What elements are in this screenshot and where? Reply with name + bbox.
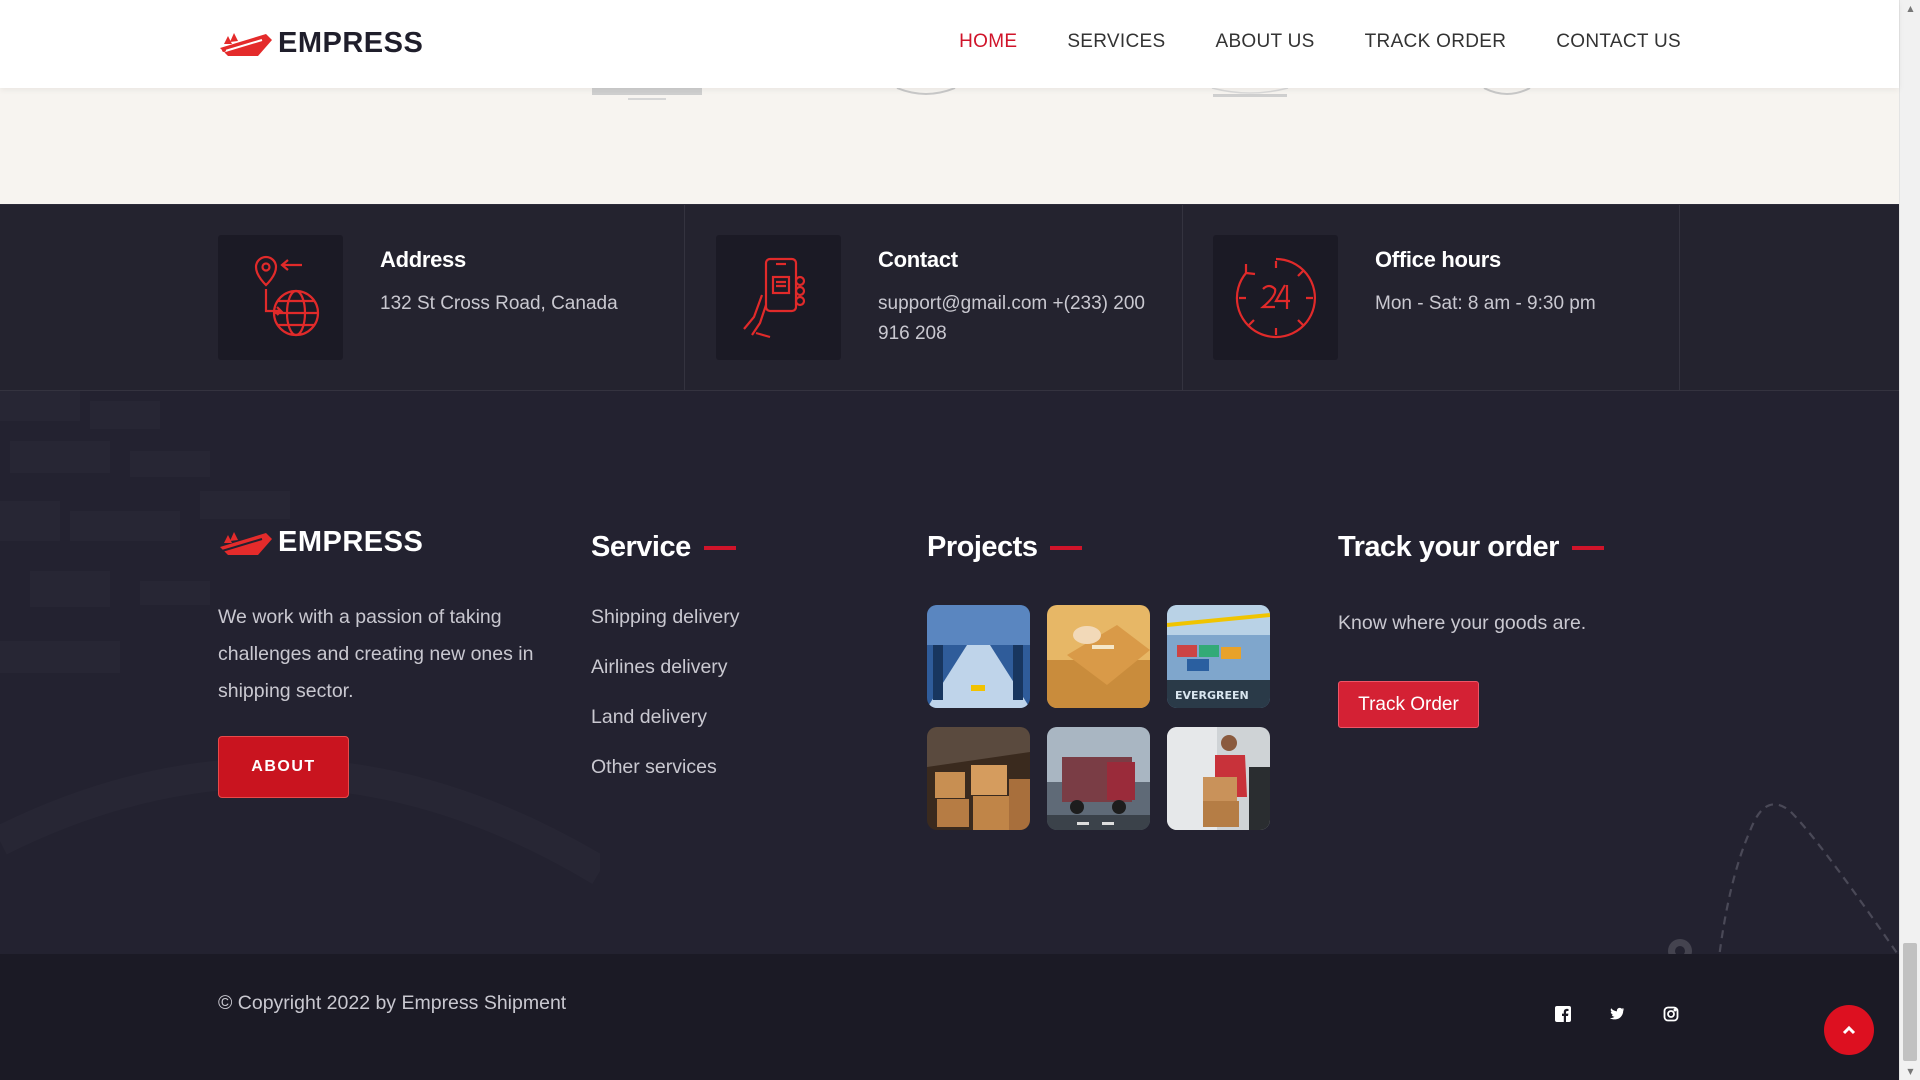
about-button[interactable]: ABOUT	[218, 736, 349, 798]
contact-text: support@gmail.com +(233) 200 916 208	[878, 293, 1145, 344]
partner-logo-4	[1483, 88, 1531, 95]
info-hours: Office hours Mon - Sat: 8 am - 9:30 pm	[1213, 205, 1680, 391]
service-link-airlines[interactable]: Airlines delivery	[591, 656, 740, 706]
project-thumb-truck[interactable]	[1047, 727, 1150, 830]
project-thumb-box-packing[interactable]	[1047, 605, 1150, 708]
nav-home[interactable]: HOME	[959, 31, 1017, 53]
route-decoration	[1668, 803, 1899, 954]
footer-bottom-bar: © Copyright 2022 by Empress Shipment	[0, 954, 1899, 1080]
heading-dash	[1050, 545, 1083, 550]
nav-about-us[interactable]: ABOUT US	[1215, 31, 1314, 53]
track-heading-text: Track your order	[1338, 531, 1559, 563]
social-links	[1555, 1006, 1679, 1022]
contact-info-bar: Address 132 St Cross Road, Canada Contac…	[0, 204, 1899, 391]
ship-logo-icon	[220, 33, 272, 56]
heading-dash	[703, 545, 736, 550]
partner-logos-strip	[0, 88, 1899, 204]
service-link-other[interactable]: Other services	[591, 756, 740, 806]
page-scrollbar[interactable]: ▲ ▼	[1899, 0, 1920, 1080]
track-order-button[interactable]: Track Order	[1338, 681, 1479, 728]
service-link-land[interactable]: Land delivery	[591, 706, 740, 756]
service-heading: Service	[591, 531, 736, 564]
clock-24-icon	[1213, 235, 1338, 360]
instagram-icon[interactable]	[1663, 1006, 1679, 1022]
scroll-to-top-button[interactable]	[1824, 1005, 1874, 1055]
partner-logo-1	[592, 88, 702, 100]
scrollbar-thumb[interactable]	[1903, 943, 1917, 1061]
facebook-icon[interactable]	[1555, 1006, 1571, 1022]
hours-text: Mon - Sat: 8 am - 9:30 pm	[1375, 293, 1596, 314]
scroll-up-arrow-icon[interactable]: ▲	[1900, 0, 1920, 17]
project-thumb-courier[interactable]	[1167, 727, 1270, 830]
heading-dash	[1571, 545, 1604, 550]
project-thumb-warehouse[interactable]	[927, 605, 1030, 708]
projects-heading: Projects	[927, 531, 1083, 564]
brand-name: EMPRESS	[278, 26, 424, 59]
nav-track-order[interactable]: TRACK ORDER	[1365, 31, 1507, 53]
scroll-down-arrow-icon[interactable]: ▼	[1900, 1063, 1920, 1080]
twitter-icon[interactable]	[1609, 1006, 1625, 1022]
service-heading-text: Service	[591, 531, 691, 563]
site-header: EMPRESS HOME SERVICES ABOUT US TRACK ORD…	[0, 0, 1899, 88]
footer-main: EMPRESS We work with a passion of taking…	[0, 391, 1899, 954]
ship-logo-icon	[220, 532, 272, 555]
partner-logo-3	[1211, 88, 1289, 97]
service-link-shipping[interactable]: Shipping delivery	[591, 606, 740, 656]
footer-brand-name: EMPRESS	[278, 525, 424, 558]
address-text: 132 St Cross Road, Canada	[380, 293, 618, 314]
brand-logo[interactable]: EMPRESS	[218, 26, 423, 60]
project-thumb-container-port[interactable]: EVERGREEN	[1167, 605, 1270, 708]
track-text: Know where your goods are.	[1338, 612, 1587, 634]
nav-services[interactable]: SERVICES	[1067, 31, 1165, 53]
hours-title: Office hours	[1375, 247, 1501, 272]
nav-contact-us[interactable]: CONTACT US	[1556, 31, 1681, 53]
globe-pin-icon	[218, 235, 343, 360]
track-heading: Track your order	[1338, 531, 1604, 564]
main-nav: HOME SERVICES ABOUT US TRACK ORDER CONTA…	[959, 31, 1681, 53]
chevron-up-icon	[1842, 1025, 1856, 1035]
partner-logo-2	[896, 88, 956, 95]
phone-hand-icon	[716, 235, 841, 360]
footer-logo[interactable]: EMPRESS	[218, 525, 423, 559]
service-links: Shipping delivery Airlines delivery Land…	[591, 606, 740, 806]
contact-title: Contact	[878, 247, 958, 272]
projects-heading-text: Projects	[927, 531, 1038, 563]
info-address: Address 132 St Cross Road, Canada	[218, 205, 685, 391]
copyright-text: © Copyright 2022 by Empress Shipment	[218, 992, 567, 1014]
evergreen-label: EVERGREEN	[1175, 689, 1249, 702]
info-contact: Contact support@gmail.com +(233) 200 916…	[716, 205, 1183, 391]
footer-about-text: We work with a passion of taking challen…	[218, 606, 534, 702]
address-title: Address	[380, 247, 466, 272]
projects-gallery: EVERGREEN	[927, 605, 1270, 830]
project-thumb-stacked-boxes[interactable]	[927, 727, 1030, 830]
